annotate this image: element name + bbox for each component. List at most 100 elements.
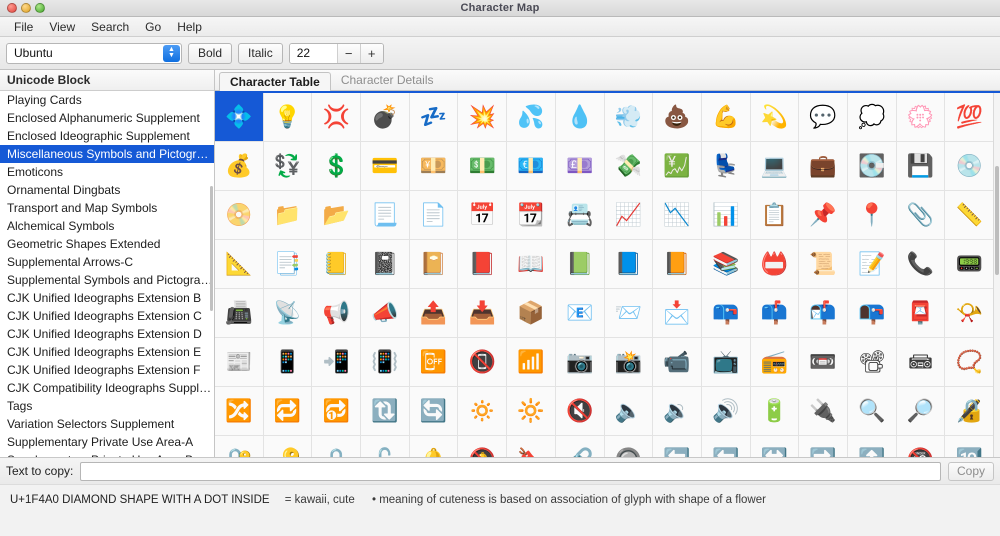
sidebar-item[interactable]: Geometric Shapes Extended: [0, 235, 214, 253]
character-cell[interactable]: 📵: [458, 338, 508, 387]
text-to-copy-input[interactable]: [80, 461, 941, 481]
menu-view[interactable]: View: [41, 19, 83, 35]
tab-character-table[interactable]: Character Table: [219, 72, 331, 91]
menu-search[interactable]: Search: [83, 19, 137, 35]
character-cell[interactable]: 🔆: [507, 387, 556, 436]
character-cell[interactable]: 📏: [945, 191, 994, 240]
character-cell[interactable]: 🔙: [653, 436, 702, 457]
character-cell[interactable]: 📍: [847, 191, 897, 240]
character-cell[interactable]: 📣: [361, 289, 410, 338]
sidebar-item[interactable]: Tags: [0, 397, 214, 415]
character-cell[interactable]: 💺: [701, 142, 751, 191]
sidebar-item[interactable]: Ornamental Dingbats: [0, 181, 214, 199]
character-cell[interactable]: 📴: [409, 338, 459, 387]
character-cell[interactable]: 📶: [507, 338, 556, 387]
character-cell[interactable]: 📛: [750, 240, 800, 289]
character-cell[interactable]: 📉: [653, 191, 702, 240]
sidebar-scrollbar-thumb[interactable]: [210, 186, 213, 311]
character-cell[interactable]: 📹: [653, 338, 702, 387]
maximize-window-icon[interactable]: [35, 3, 45, 13]
character-cell[interactable]: 🔋: [750, 387, 800, 436]
character-cell[interactable]: 💼: [799, 142, 848, 191]
character-cell[interactable]: 💪: [701, 93, 751, 142]
character-cell[interactable]: 🔏: [945, 387, 994, 436]
character-cell[interactable]: 📅: [458, 191, 508, 240]
character-cell[interactable]: 🔊: [701, 387, 751, 436]
character-cell[interactable]: 📼: [799, 338, 848, 387]
character-cell[interactable]: 📭: [847, 289, 897, 338]
character-cell[interactable]: 💩: [653, 93, 702, 142]
character-cell[interactable]: 📱: [263, 338, 313, 387]
character-cell[interactable]: 💡: [263, 93, 313, 142]
sidebar-item[interactable]: Supplementary Private Use Area-A: [0, 433, 214, 451]
sidebar-item[interactable]: CJK Unified Ideographs Extension B: [0, 289, 214, 307]
character-cell[interactable]: 📫: [750, 289, 800, 338]
character-cell[interactable]: 📆: [507, 191, 556, 240]
character-cell[interactable]: 📨: [604, 289, 654, 338]
character-cell[interactable]: 💰: [215, 142, 264, 191]
character-cell[interactable]: 🔇: [555, 387, 605, 436]
character-cell[interactable]: 💳: [361, 142, 410, 191]
sidebar-item[interactable]: CJK Unified Ideographs Extension E: [0, 343, 214, 361]
character-cell[interactable]: 💱: [263, 142, 313, 191]
character-cell[interactable]: 💯: [945, 93, 994, 142]
character-cell[interactable]: 🔐: [215, 436, 264, 457]
menu-file[interactable]: File: [6, 19, 41, 35]
character-grid-scrollbar-thumb[interactable]: [995, 165, 999, 275]
character-cell[interactable]: 📎: [896, 191, 946, 240]
character-cell[interactable]: 📒: [312, 240, 362, 289]
character-cell[interactable]: 📙: [653, 240, 702, 289]
character-cell[interactable]: 💹: [653, 142, 702, 191]
character-cell[interactable]: 📝: [847, 240, 897, 289]
character-cell[interactable]: 💥: [458, 93, 508, 142]
character-cell[interactable]: 💶: [507, 142, 556, 191]
character-cell[interactable]: 💵: [458, 142, 508, 191]
character-cell[interactable]: 📧: [555, 289, 605, 338]
character-cell[interactable]: 📌: [799, 191, 848, 240]
character-cell[interactable]: 📞: [896, 240, 946, 289]
italic-button[interactable]: Italic: [238, 42, 283, 64]
sidebar-item[interactable]: CJK Unified Ideographs Extension F: [0, 361, 214, 379]
character-cell[interactable]: 📲: [312, 338, 362, 387]
character-cell[interactable]: 💾: [896, 142, 946, 191]
character-cell[interactable]: 🔃: [361, 387, 410, 436]
character-cell[interactable]: 💢: [312, 93, 362, 142]
character-cell[interactable]: 📕: [458, 240, 508, 289]
character-cell[interactable]: 🔅: [458, 387, 508, 436]
character-cell[interactable]: 📸: [604, 338, 654, 387]
font-size-increase-button[interactable]: +: [359, 43, 383, 63]
sidebar-item[interactable]: CJK Unified Ideographs Extension C: [0, 307, 214, 325]
character-cell[interactable]: 🔛: [750, 436, 800, 457]
character-cell[interactable]: 🔔: [409, 436, 459, 457]
character-cell[interactable]: 📈: [604, 191, 654, 240]
character-cell[interactable]: 🔓: [361, 436, 410, 457]
sidebar-item[interactable]: CJK Unified Ideographs Extension D: [0, 325, 214, 343]
character-cell[interactable]: 💮: [896, 93, 946, 142]
sidebar-item[interactable]: Transport and Map Symbols: [0, 199, 214, 217]
unicode-block-list[interactable]: Playing Cards Enclosed Alphanumeric Suppl…: [0, 91, 214, 457]
character-cell[interactable]: 💴: [409, 142, 459, 191]
sidebar-item[interactable]: Enclosed Alphanumeric Supplement: [0, 109, 214, 127]
minimize-window-icon[interactable]: [21, 3, 31, 13]
chevron-updown-icon[interactable]: ▲ ▼: [163, 44, 180, 62]
character-cell[interactable]: 📡: [263, 289, 313, 338]
character-cell[interactable]: 🔀: [215, 387, 264, 436]
character-cell[interactable]: 💤: [409, 93, 459, 142]
character-grid[interactable]: 💠 💡 💢 💣 💤 💥 💦 💧 💨 💩 💪 💫 💬 💭 💮 💯 💰 💱 💲 💳 💴 💵 💶 💷 💸 💹 💺 💻 💼 💽 💾 💿 📀 📁 📂 📃 📄 📅 📆 📇…: [215, 93, 994, 457]
character-cell[interactable]: 📮: [896, 289, 946, 338]
character-cell[interactable]: 🔞: [896, 436, 946, 457]
font-size-decrease-button[interactable]: −: [336, 43, 360, 63]
character-cell[interactable]: 🔕: [458, 436, 508, 457]
sidebar-item[interactable]: Miscellaneous Symbols and Pictographs: [0, 145, 214, 163]
character-cell[interactable]: 🔌: [799, 387, 848, 436]
character-grid-scrollbar[interactable]: [993, 93, 1000, 457]
character-cell[interactable]: 📠: [215, 289, 264, 338]
character-cell[interactable]: 📐: [215, 240, 264, 289]
character-cell[interactable]: 💲: [312, 142, 362, 191]
sidebar-item[interactable]: Variation Selectors Supplement: [0, 415, 214, 433]
character-cell[interactable]: 🔖: [507, 436, 556, 457]
sidebar-item[interactable]: CJK Compatibility Ideographs Supplement: [0, 379, 214, 397]
character-cell[interactable]: 🔑: [263, 436, 313, 457]
character-cell[interactable]: 💫: [750, 93, 800, 142]
tab-character-details[interactable]: Character Details: [331, 71, 444, 90]
